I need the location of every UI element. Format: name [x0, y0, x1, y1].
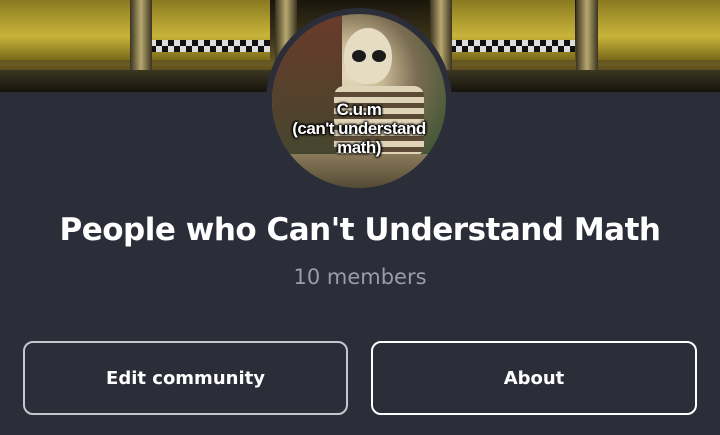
- banner-checker: [150, 40, 270, 52]
- about-label: About: [503, 367, 565, 389]
- banner-wall: [0, 0, 130, 60]
- banner-checker: [450, 40, 575, 52]
- avatar-caption: C.u.m (can't understand math): [292, 100, 426, 157]
- community-avatar[interactable]: C.u.m (can't understand math): [266, 8, 452, 194]
- avatar-eye: [352, 50, 366, 62]
- avatar-desk: [272, 154, 446, 188]
- community-name: People who Can't Understand Math: [59, 212, 661, 248]
- edit-community-button[interactable]: Edit community: [23, 341, 348, 415]
- edit-community-label: Edit community: [106, 367, 265, 389]
- about-button[interactable]: About: [371, 341, 697, 415]
- banner-pillar: [576, 0, 598, 70]
- banner-wall: [598, 0, 720, 60]
- member-count[interactable]: 10 members: [0, 265, 720, 289]
- avatar-eye: [372, 50, 386, 62]
- banner-pillar: [130, 0, 152, 70]
